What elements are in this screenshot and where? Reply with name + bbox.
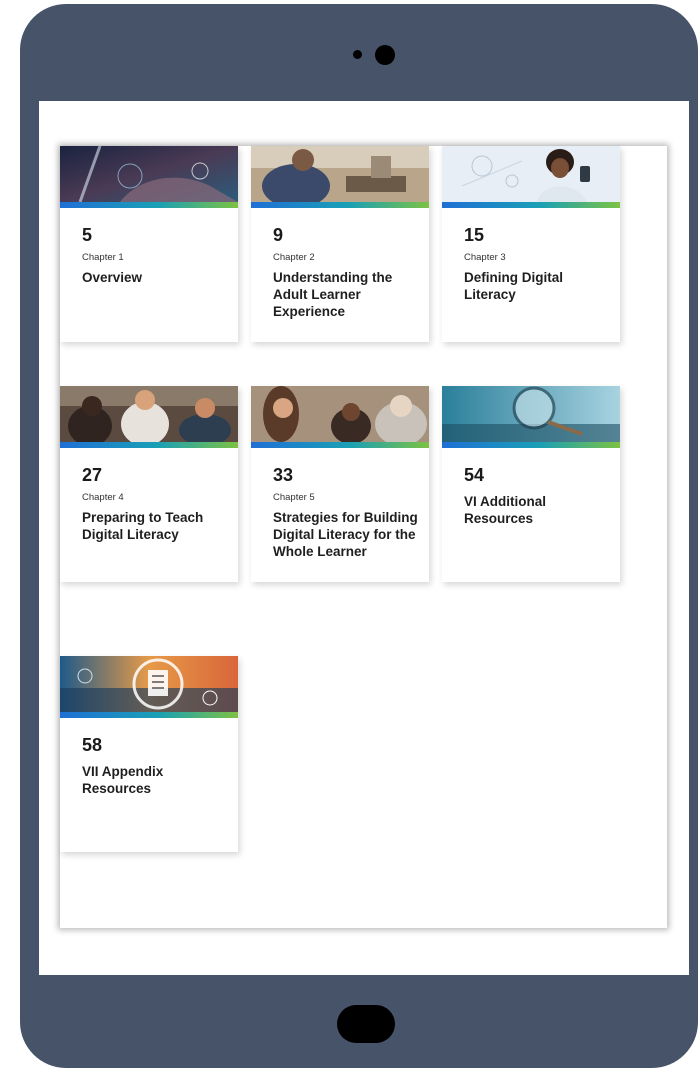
chapter-label: Chapter 4 <box>82 492 124 503</box>
chapter-card-5[interactable]: 33 Chapter 5 Strategies for Building Dig… <box>251 386 429 582</box>
tablet-screen: 5 Chapter 1 Overview 9 Chapter 2 Underst… <box>39 101 689 975</box>
card-accent-bar <box>251 202 429 208</box>
chapter-label: Chapter 1 <box>82 252 124 263</box>
card-accent-bar <box>60 442 238 448</box>
chapter-title: Understanding the Adult Learner Experien… <box>273 270 393 319</box>
card-accent-bar <box>442 202 620 208</box>
home-button-icon[interactable] <box>337 1005 395 1043</box>
chapter-label: Chapter 5 <box>273 492 315 503</box>
chapter-card-3[interactable]: 15 Chapter 3 Defining Digital Literacy <box>442 146 620 342</box>
page-number: 9 <box>273 225 284 245</box>
chapter-title: Preparing to Teach Digital Literacy <box>82 510 204 542</box>
chapter-card-7[interactable]: 58 VII Appendix Resources <box>60 656 238 852</box>
page-number: 33 <box>273 465 294 485</box>
page-number: 5 <box>82 225 93 245</box>
page-number: 58 <box>82 735 103 755</box>
camera-sensor-icon <box>353 50 362 59</box>
card-accent-bar <box>442 442 620 448</box>
chapter-title: Defining Digital Literacy <box>464 270 563 302</box>
chapter-card-2[interactable]: 9 Chapter 2 Understanding the Adult Lear… <box>251 146 429 342</box>
chapter-7-image <box>60 656 238 712</box>
table-of-contents-panel: 5 Chapter 1 Overview 9 Chapter 2 Underst… <box>60 146 667 928</box>
chapter-title: VII Appendix Resources <box>82 764 164 796</box>
chapter-label: Chapter 3 <box>464 252 506 263</box>
chapter-1-image <box>60 146 238 202</box>
chapter-card-4[interactable]: 27 Chapter 4 Preparing to Teach Digital … <box>60 386 238 582</box>
chapter-3-image <box>442 146 620 202</box>
chapter-2-image <box>251 146 429 202</box>
card-accent-bar <box>251 442 429 448</box>
chapter-label: Chapter 2 <box>273 252 315 263</box>
chapter-6-image <box>442 386 620 442</box>
page-number: 27 <box>82 465 103 485</box>
chapter-4-image <box>60 386 238 442</box>
chapter-card-1[interactable]: 5 Chapter 1 Overview <box>60 146 238 342</box>
chapter-title: Strategies for Building Digital Literacy… <box>273 510 418 559</box>
camera-icon <box>375 45 395 65</box>
card-accent-bar <box>60 202 238 208</box>
card-accent-bar <box>60 712 238 718</box>
chapter-title: Overview <box>82 270 143 285</box>
chapter-5-image <box>251 386 429 442</box>
page-number: 54 <box>464 465 485 485</box>
chapter-card-6[interactable]: 54 VI Additional Resources <box>442 386 620 582</box>
tablet-device: 5 Chapter 1 Overview 9 Chapter 2 Underst… <box>20 4 698 1068</box>
chapter-title: VI Additional Resources <box>464 494 546 526</box>
page-number: 15 <box>464 225 485 245</box>
